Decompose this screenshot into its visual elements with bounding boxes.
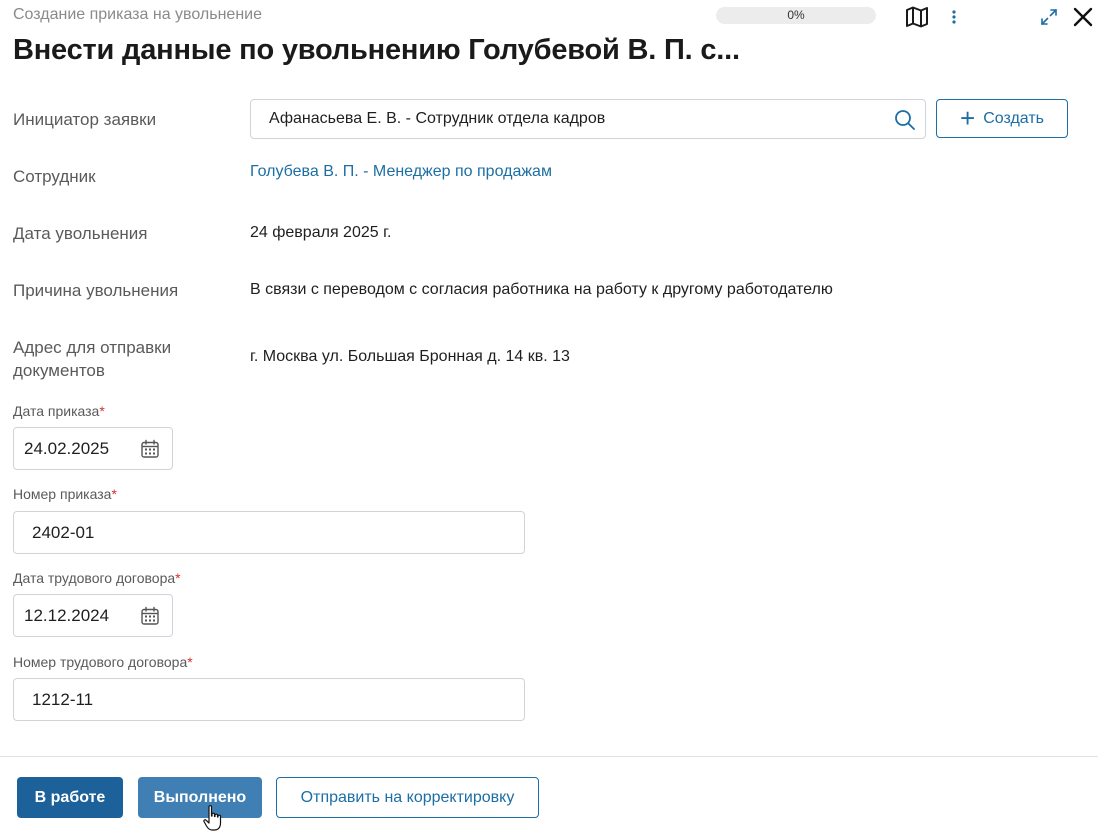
address-label: Адрес для отправки документов — [13, 336, 171, 382]
hand-pointer-cursor-icon — [202, 804, 224, 832]
done-button[interactable]: Выполнено — [138, 777, 262, 818]
reason-value: В связи с переводом с согласия работника… — [250, 281, 833, 298]
page-title: Внести данные по увольнению Голубевой В.… — [13, 34, 740, 66]
calendar-icon[interactable] — [140, 606, 160, 626]
reason-label: Причина увольнения — [13, 281, 179, 300]
initiator-value: Афанасьева Е. В. - Сотрудник отдела кадр… — [269, 110, 606, 127]
dismissal-date-value: 24 февраля 2025 г. — [250, 224, 392, 241]
required-mark: * — [187, 654, 193, 670]
contract-date-label: Дата трудового договора* — [13, 570, 181, 586]
contract-date-value: 12.12.2024 — [24, 605, 110, 625]
create-button-label: Создать — [983, 109, 1044, 127]
required-mark: * — [111, 486, 117, 502]
address-value: г. Москва ул. Большая Бронная д. 14 кв. … — [250, 348, 570, 365]
employee-link[interactable]: Голубева В. П. - Менеджер по продажам — [250, 163, 552, 181]
contract-number-label-text: Номер трудового договора — [13, 654, 188, 670]
contract-date-input[interactable]: 12.12.2024 — [13, 594, 173, 637]
contract-date-label-text: Дата трудового договора — [13, 570, 176, 586]
contract-number-label: Номер трудового договора* — [13, 654, 193, 670]
send-for-correction-button[interactable]: Отправить на корректировку — [276, 777, 539, 818]
order-date-input[interactable]: 24.02.2025 — [13, 427, 173, 470]
contract-number-value: 1212-11 — [32, 689, 94, 709]
address-label-line2: документов — [13, 361, 105, 380]
create-button[interactable]: + Создать — [936, 99, 1068, 138]
order-number-label-text: Номер приказа — [13, 486, 112, 502]
order-number-input[interactable]: 2402-01 — [13, 511, 525, 554]
order-date-label-text: Дата приказа — [13, 403, 100, 419]
order-number-value: 2402-01 — [32, 522, 95, 542]
plus-icon: + — [960, 102, 976, 133]
in-progress-button[interactable]: В работе — [17, 777, 123, 818]
order-date-value: 24.02.2025 — [24, 438, 110, 458]
required-mark: * — [99, 403, 105, 419]
expand-icon[interactable] — [1036, 4, 1062, 30]
progress-bar: 0% — [716, 7, 876, 24]
required-mark: * — [175, 570, 181, 586]
footer-divider — [0, 756, 1098, 757]
contract-number-input[interactable]: 1212-11 — [13, 678, 525, 721]
close-icon[interactable] — [1068, 2, 1098, 32]
order-number-label: Номер приказа* — [13, 486, 117, 502]
calendar-icon[interactable] — [140, 439, 160, 459]
order-date-label: Дата приказа* — [13, 403, 105, 419]
kebab-menu-icon[interactable] — [944, 6, 964, 28]
search-icon[interactable] — [893, 108, 917, 132]
dismissal-date-label: Дата увольнения — [13, 224, 148, 243]
employee-label: Сотрудник — [13, 167, 96, 186]
initiator-label: Инициатор заявки — [13, 110, 157, 129]
address-label-line1: Адрес для отправки — [13, 338, 172, 357]
initiator-input[interactable]: Афанасьева Е. В. - Сотрудник отдела кадр… — [250, 99, 926, 139]
page-subtitle: Создание приказа на увольнение — [13, 6, 262, 23]
map-icon[interactable] — [903, 4, 931, 30]
